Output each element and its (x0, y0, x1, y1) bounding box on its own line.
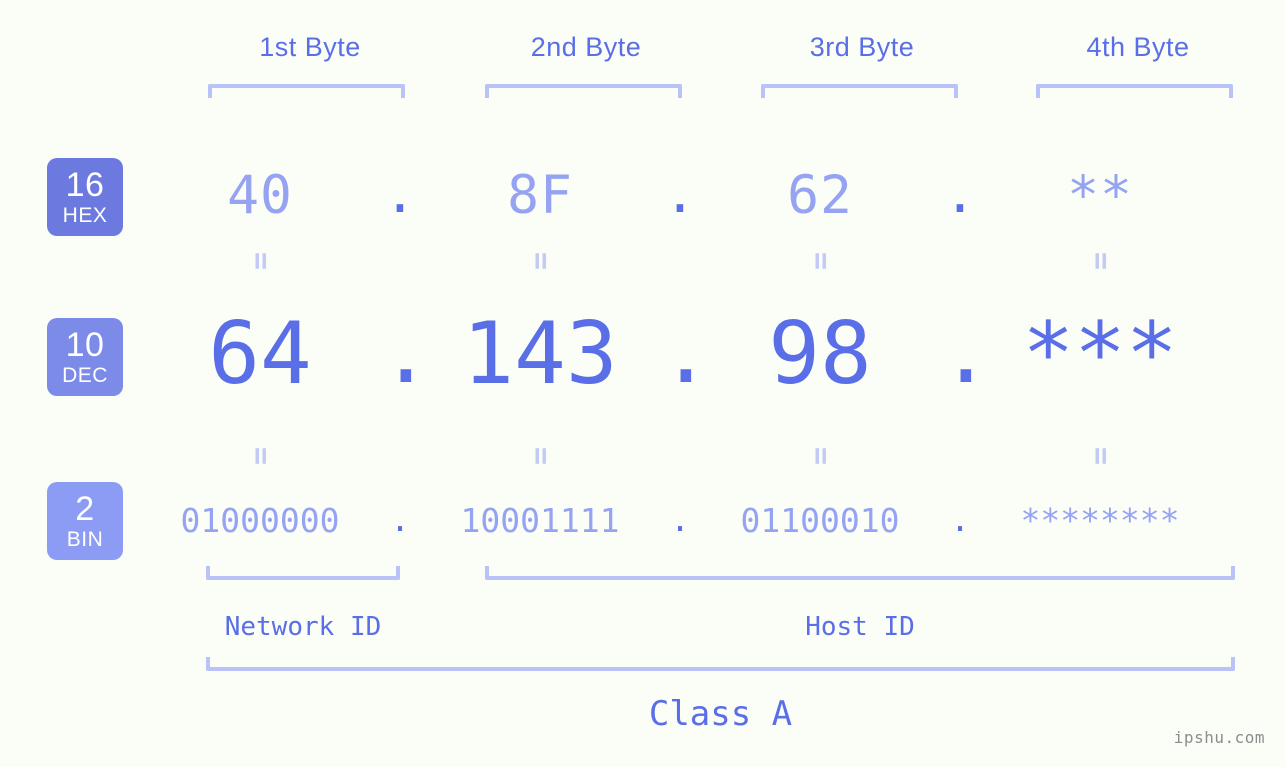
equals-connector-2: = (420, 246, 660, 276)
equals-connector-4: = (980, 246, 1220, 276)
bin-separator-3: . (950, 500, 970, 540)
bin-byte-2: 10001111 (460, 500, 620, 540)
equals-connector-7: = (700, 441, 940, 471)
bin-byte-3: 01100010 (740, 500, 900, 540)
byte-bracket-3 (761, 84, 958, 98)
hex-byte-1: 40 (227, 164, 293, 226)
site-watermark: ipshu.com (1173, 728, 1265, 747)
byte-header-3: 3rd Byte (809, 32, 915, 62)
network-id-bracket (206, 566, 400, 580)
equals-connector-row-dec-bin: = = = = (140, 438, 1255, 474)
equals-icon: = (523, 446, 558, 466)
equals-icon: = (243, 446, 278, 466)
equals-connector-1: = (140, 246, 380, 276)
equals-connector-row-hex-dec: = = = = (140, 243, 1255, 279)
network-id-label: Network ID (224, 612, 382, 642)
byte-bracket-4 (1036, 84, 1233, 98)
dec-byte-1: 64 (208, 304, 312, 404)
equals-icon: = (523, 251, 558, 271)
base-badge-hex-name: HEX (62, 204, 108, 227)
hex-byte-3: 62 (787, 164, 853, 226)
host-id-bracket (485, 566, 1235, 580)
equals-icon: = (1083, 446, 1118, 466)
dec-separator-3: . (940, 303, 992, 404)
base-badge-hex: 16 HEX (47, 158, 123, 236)
equals-icon: = (803, 446, 838, 466)
dec-separator-1: . (380, 303, 432, 404)
bin-separator-1: . (390, 500, 410, 540)
base-badge-hex-number: 16 (65, 166, 105, 204)
hex-byte-2: 8F (507, 164, 573, 226)
base-badge-bin: 2 BIN (47, 482, 123, 560)
base-badge-dec-number: 10 (65, 326, 105, 364)
base-badge-bin-name: BIN (66, 528, 104, 551)
dec-value-row: 64 . 143 . 98 . *** (140, 292, 1255, 416)
class-bracket (206, 657, 1235, 671)
equals-icon: = (803, 251, 838, 271)
dec-byte-4: *** (1022, 304, 1178, 404)
hex-separator-1: . (384, 164, 416, 226)
equals-connector-3: = (700, 246, 940, 276)
bin-separator-2: . (670, 500, 690, 540)
host-id-label: Host ID (805, 612, 915, 642)
base-badge-dec-name: DEC (62, 364, 108, 387)
byte-bracket-1 (208, 84, 405, 98)
dec-byte-2: 143 (462, 304, 618, 404)
hex-value-row: 40 . 8F . 62 . ** (140, 150, 1255, 240)
class-label: Class A (648, 694, 793, 734)
hex-separator-3: . (944, 164, 976, 226)
byte-header-2: 2nd Byte (530, 32, 642, 62)
base-badge-dec: 10 DEC (47, 318, 123, 396)
bin-value-row: 01000000 . 10001111 . 01100010 . *******… (140, 490, 1255, 550)
dec-byte-3: 98 (768, 304, 872, 404)
bin-byte-4: ******** (1020, 500, 1180, 540)
byte-bracket-2 (485, 84, 682, 98)
bin-byte-1: 01000000 (180, 500, 340, 540)
byte-header-4: 4th Byte (1086, 32, 1190, 62)
ip-address-breakdown-diagram: 1st Byte 2nd Byte 3rd Byte 4th Byte 16 H… (0, 0, 1285, 767)
equals-connector-5: = (140, 441, 380, 471)
hex-byte-4: ** (1067, 164, 1133, 226)
dec-separator-2: . (660, 303, 712, 404)
byte-header-1: 1st Byte (259, 32, 361, 62)
equals-icon: = (1083, 251, 1118, 271)
equals-connector-6: = (420, 441, 660, 471)
base-badge-bin-number: 2 (75, 490, 95, 528)
equals-connector-8: = (980, 441, 1220, 471)
equals-icon: = (243, 251, 278, 271)
hex-separator-2: . (664, 164, 696, 226)
